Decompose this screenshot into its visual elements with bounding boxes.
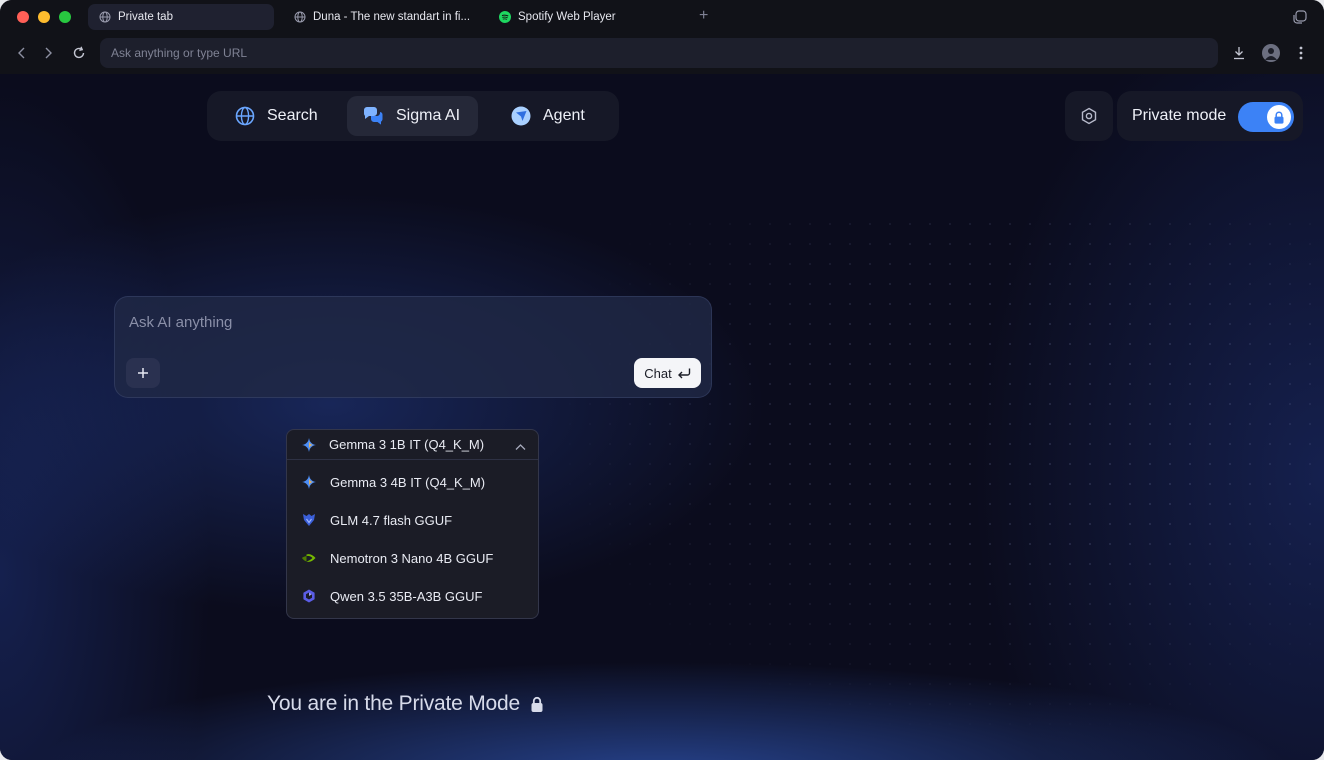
private-mode-label: Private mode — [1132, 107, 1227, 124]
mode-label: Agent — [543, 107, 585, 124]
attach-button[interactable] — [126, 358, 160, 388]
new-tab-button[interactable]: + — [699, 7, 708, 25]
tab-title: Private tab — [118, 11, 173, 23]
reload-button[interactable] — [70, 44, 88, 62]
zoom-window-button[interactable] — [59, 11, 71, 23]
globe-icon — [235, 106, 255, 126]
glm-icon — [301, 512, 317, 528]
agent-icon — [511, 106, 531, 126]
private-mode-notice: You are in the Private Mode — [267, 692, 544, 716]
gear-icon — [1080, 107, 1098, 125]
close-window-button[interactable] — [17, 11, 29, 23]
mode-label: Search — [267, 107, 318, 124]
mode-sigma-ai-button[interactable]: Sigma AI — [347, 96, 478, 136]
model-option-label: Gemma 3 4B IT (Q4_K_M) — [330, 474, 486, 490]
model-option-label: Nemotron 3 Nano 4B GGUF — [330, 550, 494, 566]
model-picker-dropdown: Gemma 3 1B IT (Q4_K_M) Gemma 3 4B IT (Q4… — [286, 429, 539, 619]
qwen-icon — [301, 588, 317, 604]
browser-window: Private tab Duna - The new standart in f… — [0, 0, 1324, 760]
settings-button[interactable] — [1065, 91, 1113, 141]
tab-duna[interactable]: Duna - The new standart in fi... — [283, 4, 483, 30]
minimize-window-button[interactable] — [38, 11, 50, 23]
tab-strip: Private tab Duna - The new standart in f… — [0, 0, 1324, 34]
model-option-gemma-4b[interactable]: Gemma 3 4B IT (Q4_K_M) — [287, 466, 538, 498]
mode-agent-button[interactable]: Agent — [496, 96, 600, 136]
model-picker-selected[interactable]: Gemma 3 1B IT (Q4_K_M) — [287, 430, 538, 460]
gemma-icon — [301, 474, 317, 490]
gemma-icon — [301, 437, 317, 453]
mode-switcher: Search Sigma AI Agent — [207, 91, 619, 141]
ask-ai-input[interactable] — [129, 311, 689, 333]
lock-icon — [1273, 111, 1285, 124]
tab-overview-icon[interactable] — [1292, 9, 1308, 25]
profile-avatar[interactable] — [1262, 44, 1280, 62]
model-option-label: GLM 4.7 flash GGUF — [330, 512, 453, 528]
tab-title: Spotify Web Player — [518, 11, 616, 23]
address-bar-placeholder: Ask anything or type URL — [111, 46, 248, 60]
plus-icon — [137, 367, 149, 379]
model-option-glm[interactable]: GLM 4.7 flash GGUF — [287, 504, 538, 536]
dot-grid-background — [560, 214, 1320, 734]
tab-spotify[interactable]: Spotify Web Player — [488, 4, 688, 30]
download-icon[interactable] — [1230, 44, 1248, 62]
navigation-bar: Ask anything or type URL — [0, 34, 1324, 74]
private-mode-control: Private mode — [1117, 91, 1303, 141]
model-option-qwen[interactable]: Qwen 3.5 35B-A3B GGUF — [287, 580, 538, 612]
address-bar[interactable]: Ask anything or type URL — [100, 38, 1218, 68]
spotify-icon — [498, 11, 511, 24]
mode-label: Sigma AI — [396, 107, 461, 124]
forward-button[interactable] — [39, 44, 57, 62]
tab-title: Duna - The new standart in fi... — [313, 11, 471, 23]
nvidia-icon — [301, 550, 317, 566]
chat-bubbles-icon — [362, 106, 384, 126]
chat-submit-button[interactable]: Chat — [634, 358, 701, 388]
model-option-label: Qwen 3.5 35B-A3B GGUF — [330, 588, 483, 604]
ask-ai-box: Chat — [114, 296, 712, 398]
page-content: Search Sigma AI Agent Private mode Ask A… — [0, 74, 1324, 760]
private-mode-message: You are in the Private Mode — [267, 692, 520, 715]
back-button[interactable] — [13, 44, 31, 62]
globe-icon — [98, 11, 111, 24]
more-menu-icon[interactable] — [1292, 44, 1310, 62]
selected-model-label: Gemma 3 1B IT (Q4_K_M) — [329, 437, 485, 452]
toggle-knob — [1267, 105, 1291, 129]
mode-search-button[interactable]: Search — [220, 96, 333, 136]
globe-icon — [293, 11, 306, 24]
lock-icon — [530, 696, 544, 713]
model-option-nemotron[interactable]: Nemotron 3 Nano 4B GGUF — [287, 542, 538, 574]
chat-button-label: Chat — [644, 365, 672, 381]
private-mode-toggle[interactable] — [1238, 102, 1294, 132]
enter-icon — [677, 367, 691, 379]
chevron-up-icon — [515, 439, 526, 454]
tab-private[interactable]: Private tab — [88, 4, 274, 30]
